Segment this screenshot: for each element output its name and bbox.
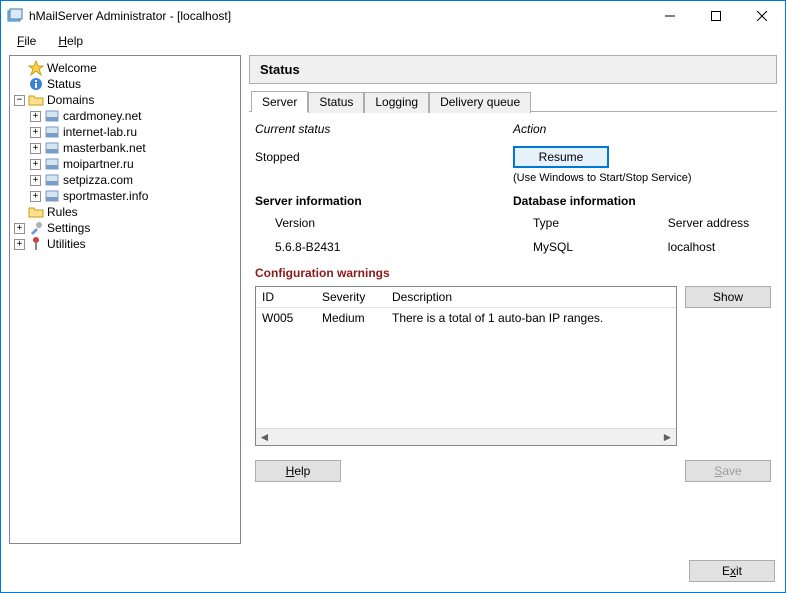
folder-icon [28,204,44,220]
menu-help[interactable]: Help [52,32,89,50]
db-type-label: Type [513,216,668,230]
current-status-label: Current status [255,122,513,136]
expand-icon[interactable]: + [14,239,25,250]
col-description[interactable]: Description [386,287,676,307]
version-value: 5.6.8-B2431 [255,240,513,254]
disk-icon [44,124,60,140]
close-button[interactable] [739,1,785,31]
table-row[interactable]: W005MediumThere is a total of 1 auto-ban… [256,308,676,328]
warnings-table[interactable]: ID Severity Description W005MediumThere … [255,286,677,446]
expand-icon[interactable]: + [30,143,41,154]
tree-settings[interactable]: +Settings [14,220,238,236]
db-addr-value: localhost [668,240,771,254]
service-hint: (Use Windows to Start/Stop Service) [513,172,771,184]
menubar: File Help [1,31,785,51]
wrench-icon [28,236,44,252]
disk-icon [44,156,60,172]
scroll-right-icon[interactable]: ► [659,429,676,446]
tree-domains[interactable]: −Domains +cardmoney.net+internet-lab.ru+… [14,92,238,204]
col-id[interactable]: ID [256,287,316,307]
config-warnings-title: Configuration warnings [255,266,771,280]
content-pane: Status Server Status Logging Delivery qu… [249,55,777,544]
scroll-left-icon[interactable]: ◄ [256,429,273,446]
maximize-button[interactable] [693,1,739,31]
expand-icon[interactable]: + [30,191,41,202]
col-severity[interactable]: Severity [316,287,386,307]
tab-delivery[interactable]: Delivery queue [429,92,531,113]
app-window: hMailServer Administrator - [localhost] … [0,0,786,593]
status-value: Stopped [255,150,513,164]
tree-domain-item[interactable]: +sportmaster.info [30,188,238,204]
tab-server[interactable]: Server [251,91,308,112]
expand-icon[interactable]: + [30,111,41,122]
menu-file[interactable]: File [11,32,42,50]
expand-icon[interactable]: + [30,159,41,170]
warnings-header: ID Severity Description [256,287,676,308]
exit-button[interactable]: Exit [689,560,775,582]
expand-icon[interactable]: + [30,127,41,138]
footer: Exit [1,552,785,592]
disk-icon [44,188,60,204]
titlebar: hMailServer Administrator - [localhost] [1,1,785,31]
minimize-button[interactable] [647,1,693,31]
nav-tree: Welcome Status −Domains +cardmoney.net+i… [12,60,238,252]
h-scrollbar[interactable]: ◄ ► [256,428,676,445]
folder-open-icon [28,92,44,108]
save-button[interactable]: Save [685,460,771,482]
db-info-title: Database information [513,194,771,208]
tree-status[interactable]: Status [14,76,238,92]
disk-icon [44,108,60,124]
server-info-title: Server information [255,194,513,208]
db-addr-label: Server address [668,216,771,230]
app-icon [7,8,23,24]
window-title: hMailServer Administrator - [localhost] [29,9,647,23]
version-label: Version [255,216,513,230]
tree-domain-item[interactable]: +cardmoney.net [30,108,238,124]
disk-icon [44,140,60,156]
resume-button[interactable]: Resume [513,146,609,168]
tree-pane[interactable]: Welcome Status −Domains +cardmoney.net+i… [9,55,241,544]
tools-icon [28,220,44,236]
action-label: Action [513,122,771,136]
tree-utilities[interactable]: +Utilities [14,236,238,252]
help-button[interactable]: Help [255,460,341,482]
tab-panel: Current status Action Stopped Resume (Us… [249,112,777,544]
tabstrip: Server Status Logging Delivery queue [249,90,777,112]
tree-domain-item[interactable]: +masterbank.net [30,140,238,156]
client-area: Welcome Status −Domains +cardmoney.net+i… [1,51,785,552]
star-icon [28,60,44,76]
page-title: Status [249,55,777,84]
tree-domain-item[interactable]: +moipartner.ru [30,156,238,172]
show-button[interactable]: Show [685,286,771,308]
tree-rules[interactable]: Rules [14,204,238,220]
disk-icon [44,172,60,188]
collapse-icon[interactable]: − [14,95,25,106]
tree-domain-item[interactable]: +internet-lab.ru [30,124,238,140]
db-type-value: MySQL [513,240,668,254]
window-controls [647,1,785,31]
expand-icon[interactable]: + [30,175,41,186]
tab-status[interactable]: Status [308,92,364,113]
tree-domain-item[interactable]: +setpizza.com [30,172,238,188]
tab-logging[interactable]: Logging [364,92,429,113]
tree-welcome[interactable]: Welcome [14,60,238,76]
info-icon [28,76,44,92]
expand-icon[interactable]: + [14,223,25,234]
